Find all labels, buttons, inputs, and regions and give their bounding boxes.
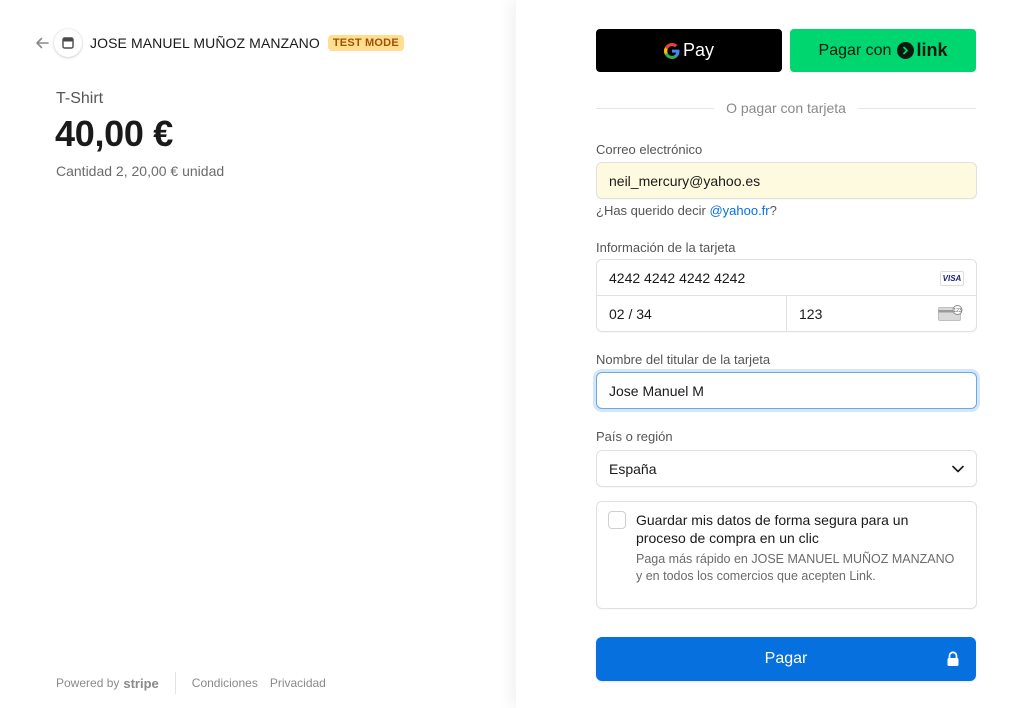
- order-summary-panel: JOSE MANUEL MUÑOZ MANZANO TEST MODE T-Sh…: [0, 0, 516, 708]
- save-info-description: Paga más rápido en JOSE MANUEL MUÑOZ MAN…: [636, 552, 955, 583]
- email-suggestion: ¿Has querido decir @yahoo.fr?: [596, 203, 777, 218]
- stripe-logo: stripe: [123, 675, 159, 691]
- cardholder-name-value: Jose Manuel M: [609, 382, 704, 399]
- save-info-title: Guardar mis datos de forma segura para u…: [636, 512, 909, 546]
- card-cvc-value: 123: [799, 306, 823, 322]
- visa-icon: VISA: [940, 271, 964, 286]
- suggestion-prefix: ¿Has querido decir: [596, 203, 706, 218]
- link-prefix: Pagar con: [818, 41, 892, 59]
- card-expiry-field[interactable]: 02 / 34: [597, 296, 787, 332]
- privacy-link[interactable]: Privacidad: [270, 676, 326, 690]
- footer-divider: [174, 672, 176, 694]
- link-brand: link: [916, 40, 948, 60]
- save-info-checkbox[interactable]: [608, 511, 626, 529]
- or-separator: O pagar con tarjeta: [596, 100, 977, 116]
- google-pay-button[interactable]: Pay: [596, 29, 782, 72]
- card-number-field[interactable]: 4242 4242 4242 4242 VISA: [597, 260, 976, 296]
- powered-by[interactable]: Powered by stripe: [56, 676, 159, 691]
- merchant-name: JOSE MANUEL MUÑOZ MANZANO: [90, 35, 320, 51]
- country-label: País o región: [596, 429, 673, 444]
- arrow-left-icon[interactable]: [32, 33, 52, 53]
- separator-text: O pagar con tarjeta: [726, 100, 846, 116]
- pay-with-link-button[interactable]: Pagar con link: [790, 29, 976, 72]
- footer: Powered by stripe Condiciones Privacidad: [56, 672, 338, 694]
- link-arrow-icon: [897, 42, 915, 59]
- cvc-card-icon: 123: [938, 305, 963, 321]
- cardholder-name-field[interactable]: Jose Manuel M: [596, 372, 977, 409]
- chevron-down-icon: [952, 465, 964, 472]
- save-info-box: Guardar mis datos de forma segura para u…: [596, 501, 977, 609]
- google-g-icon: [663, 42, 680, 59]
- country-select[interactable]: España: [596, 450, 977, 487]
- merchant-header: JOSE MANUEL MUÑOZ MANZANO TEST MODE: [32, 28, 404, 58]
- card-number-value: 4242 4242 4242 4242: [609, 269, 746, 286]
- wallet-buttons: Pay Pagar con link: [596, 29, 976, 72]
- card-cvc-field[interactable]: 123 123: [787, 296, 976, 332]
- pay-button[interactable]: Pagar: [596, 637, 976, 681]
- card-info-label: Información de la tarjeta: [596, 240, 736, 255]
- product-name: T-Shirt: [56, 90, 104, 107]
- country-value: España: [609, 460, 657, 477]
- gpay-label: Pay: [682, 40, 715, 60]
- terms-link[interactable]: Condiciones: [192, 676, 258, 690]
- card-expiry-value: 02 / 34: [609, 306, 652, 322]
- svg-text:123: 123: [953, 308, 962, 314]
- powered-by-label: Powered by: [56, 676, 120, 690]
- total-price: 40,00 €: [55, 113, 174, 154]
- email-field[interactable]: neil_mercury@yahoo.es: [596, 162, 977, 199]
- card-info-group: 4242 4242 4242 4242 VISA 02 / 34 123 123: [596, 259, 977, 332]
- email-value: neil_mercury@yahoo.es: [609, 172, 761, 189]
- pay-button-label: Pagar: [764, 650, 808, 667]
- suggestion-suffix: ?: [769, 203, 777, 218]
- quantity-text: Cantidad 2, 20,00 € unidad: [56, 163, 225, 179]
- storefront-icon: [54, 29, 82, 57]
- test-mode-badge: TEST MODE: [327, 35, 404, 51]
- lock-icon: [947, 651, 959, 666]
- payment-form-panel: Pay Pagar con link O pagar con tarjeta C…: [516, 0, 1012, 708]
- email-label: Correo electrónico: [596, 142, 703, 157]
- suggestion-link[interactable]: @yahoo.fr: [709, 203, 769, 218]
- separator-line: [857, 107, 977, 109]
- separator-line: [596, 107, 715, 109]
- cardholder-label: Nombre del titular de la tarjeta: [596, 352, 771, 367]
